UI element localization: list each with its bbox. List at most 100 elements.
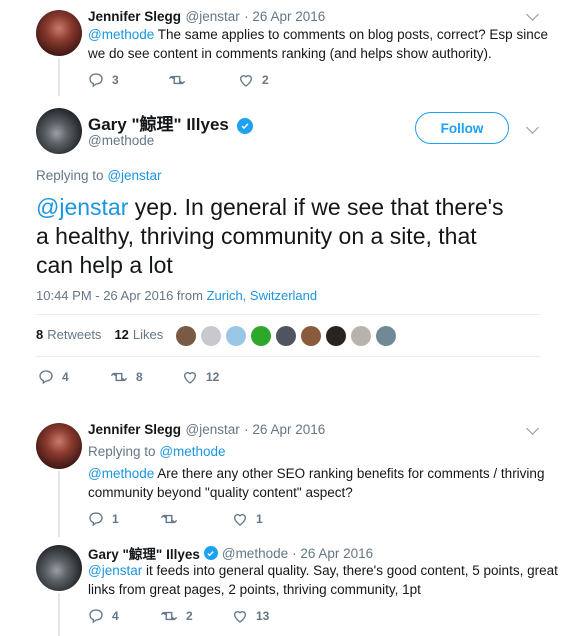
tweet1-actions: 3 2 [88, 72, 269, 88]
author-name[interactable]: Jennifer Slegg [88, 9, 181, 24]
mention-link[interactable]: @methode [88, 466, 154, 481]
reply-count: 3 [112, 73, 119, 87]
tweet-text-line: Are there any other SEO ranking benefits… [157, 466, 545, 481]
thread-connector [58, 471, 60, 537]
replying-to-link[interactable]: @jenstar [107, 168, 161, 183]
author-name[interactable]: Jennifer Slegg [88, 422, 181, 437]
divider [36, 356, 540, 357]
reply-icon [89, 512, 103, 527]
like-button[interactable]: 12 [182, 369, 219, 385]
retweet-button[interactable]: 8 [110, 369, 182, 385]
like-button[interactable]: 1 [232, 511, 263, 527]
reply-button[interactable]: 4 [38, 369, 110, 385]
liker-avatar[interactable] [201, 326, 221, 346]
like-stat-count[interactable]: 12 [114, 327, 128, 342]
author-handle[interactable]: @methode [222, 546, 288, 561]
author-name: Gary "鯨理" Illyes [88, 115, 229, 134]
verified-badge-icon [237, 117, 254, 134]
tweet-date[interactable]: · 26 Apr 2016 [292, 546, 373, 561]
reply-icon [89, 609, 103, 624]
chevron-down-icon[interactable] [526, 8, 539, 21]
like-button[interactable]: 13 [232, 608, 269, 624]
avatar-jennifer[interactable] [36, 423, 82, 469]
replying-to: Replying to @jenstar [36, 168, 162, 183]
replying-to-label: Replying to [36, 168, 104, 183]
main-tweet-text: @jenstar yep. In general if we see that … [36, 193, 556, 280]
retweet-button[interactable] [160, 511, 232, 527]
reply-icon [89, 73, 103, 88]
reply-icon [39, 370, 53, 385]
heart-icon [239, 75, 253, 87]
author-handle[interactable]: @methode [88, 133, 154, 148]
divider [36, 314, 540, 315]
like-stat-label[interactable]: Likes [133, 327, 163, 342]
tweet-date[interactable]: · 26 Apr 2016 [244, 422, 325, 437]
author-name[interactable]: Gary "鯨理" Illyes [88, 543, 200, 563]
author-handle[interactable]: @jenstar [185, 9, 239, 24]
retweet-stat-count[interactable]: 8 [36, 327, 43, 342]
retweet-button[interactable]: 2 [160, 608, 232, 624]
tweet-date[interactable]: · 26 Apr 2016 [244, 9, 325, 24]
location-link[interactable]: Zurich, Switzerland [207, 288, 318, 303]
retweet-button[interactable] [168, 72, 238, 88]
liker-avatar[interactable] [276, 326, 296, 346]
chevron-down-icon[interactable] [526, 422, 539, 435]
retweet-stat-label[interactable]: Retweets [47, 327, 101, 342]
liker-avatar[interactable] [376, 326, 396, 346]
like-count: 2 [262, 73, 269, 87]
reply-button[interactable]: 3 [88, 72, 168, 88]
reply-button[interactable]: 1 [88, 511, 160, 527]
chevron-down-icon[interactable] [526, 121, 539, 134]
verified-badge-icon [203, 546, 218, 560]
main-actions: 4 8 12 [38, 369, 219, 385]
heart-icon [233, 611, 247, 623]
tweet-timestamp[interactable]: 10:44 PM - 26 Apr 2016 from [36, 288, 203, 303]
reply-count: 4 [62, 370, 69, 384]
heart-icon [233, 514, 247, 526]
main-author[interactable]: Gary "鯨理" Illyes [88, 110, 254, 135]
tweet-text-line: yep. In general if we see that there's [134, 194, 504, 220]
tweet4-header: Gary "鯨理" Illyes @methode · 26 Apr 2016 [88, 543, 373, 563]
tweet3-actions: 1 1 [88, 511, 263, 527]
mention-link[interactable]: @jenstar [88, 563, 142, 578]
tweet1-text: @methode The same applies to comments on… [88, 25, 558, 63]
replying-to-label: Replying to [88, 444, 156, 459]
follow-button[interactable]: Follow [415, 112, 509, 144]
avatar-gary[interactable] [36, 545, 82, 591]
mention-link[interactable]: @jenstar [36, 194, 128, 220]
like-button[interactable]: 2 [238, 72, 269, 88]
tweet-text-line: The same applies to comments on blog pos… [157, 27, 548, 42]
reply-button[interactable]: 4 [88, 608, 160, 624]
retweet-icon [160, 514, 178, 524]
tweet4-text: @jenstar it feeds into general quality. … [88, 561, 568, 599]
liker-avatar[interactable] [301, 326, 321, 346]
tweet-text-line: it feeds into general quality. Say, ther… [146, 563, 558, 578]
thread-connector [58, 593, 60, 636]
tweet-text-line: we do see content in comments ranking (a… [88, 46, 492, 61]
tweet-text-line: community beyond "quality content" aspec… [88, 485, 353, 500]
author-handle[interactable]: @jenstar [185, 422, 239, 437]
thread-connector [58, 58, 60, 96]
reply-count: 1 [112, 512, 119, 526]
tweet-text-line: a healthy, thriving community on a site,… [36, 223, 477, 249]
tweet3-header: Jennifer Slegg @jenstar · 26 Apr 2016 [88, 421, 325, 439]
reply-count: 4 [112, 609, 119, 623]
liker-avatar[interactable] [226, 326, 246, 346]
liker-avatar[interactable] [251, 326, 271, 346]
avatar-gary[interactable] [36, 108, 82, 154]
liker-avatars [176, 326, 401, 346]
like-count: 13 [256, 609, 270, 623]
heart-icon [183, 372, 197, 384]
retweet-icon [168, 75, 186, 85]
retweet-icon [160, 611, 178, 621]
liker-avatar[interactable] [351, 326, 371, 346]
avatar-jennifer[interactable] [36, 10, 82, 56]
mention-link[interactable]: @methode [88, 27, 154, 42]
stats-row: 8 Retweets 12 Likes [36, 327, 163, 342]
liker-avatar[interactable] [326, 326, 346, 346]
liker-avatar[interactable] [176, 326, 196, 346]
retweet-icon [110, 372, 128, 382]
replying-to-link[interactable]: @methode [159, 444, 225, 459]
like-count: 12 [206, 370, 220, 384]
tweet4-actions: 4 2 13 [88, 608, 269, 624]
